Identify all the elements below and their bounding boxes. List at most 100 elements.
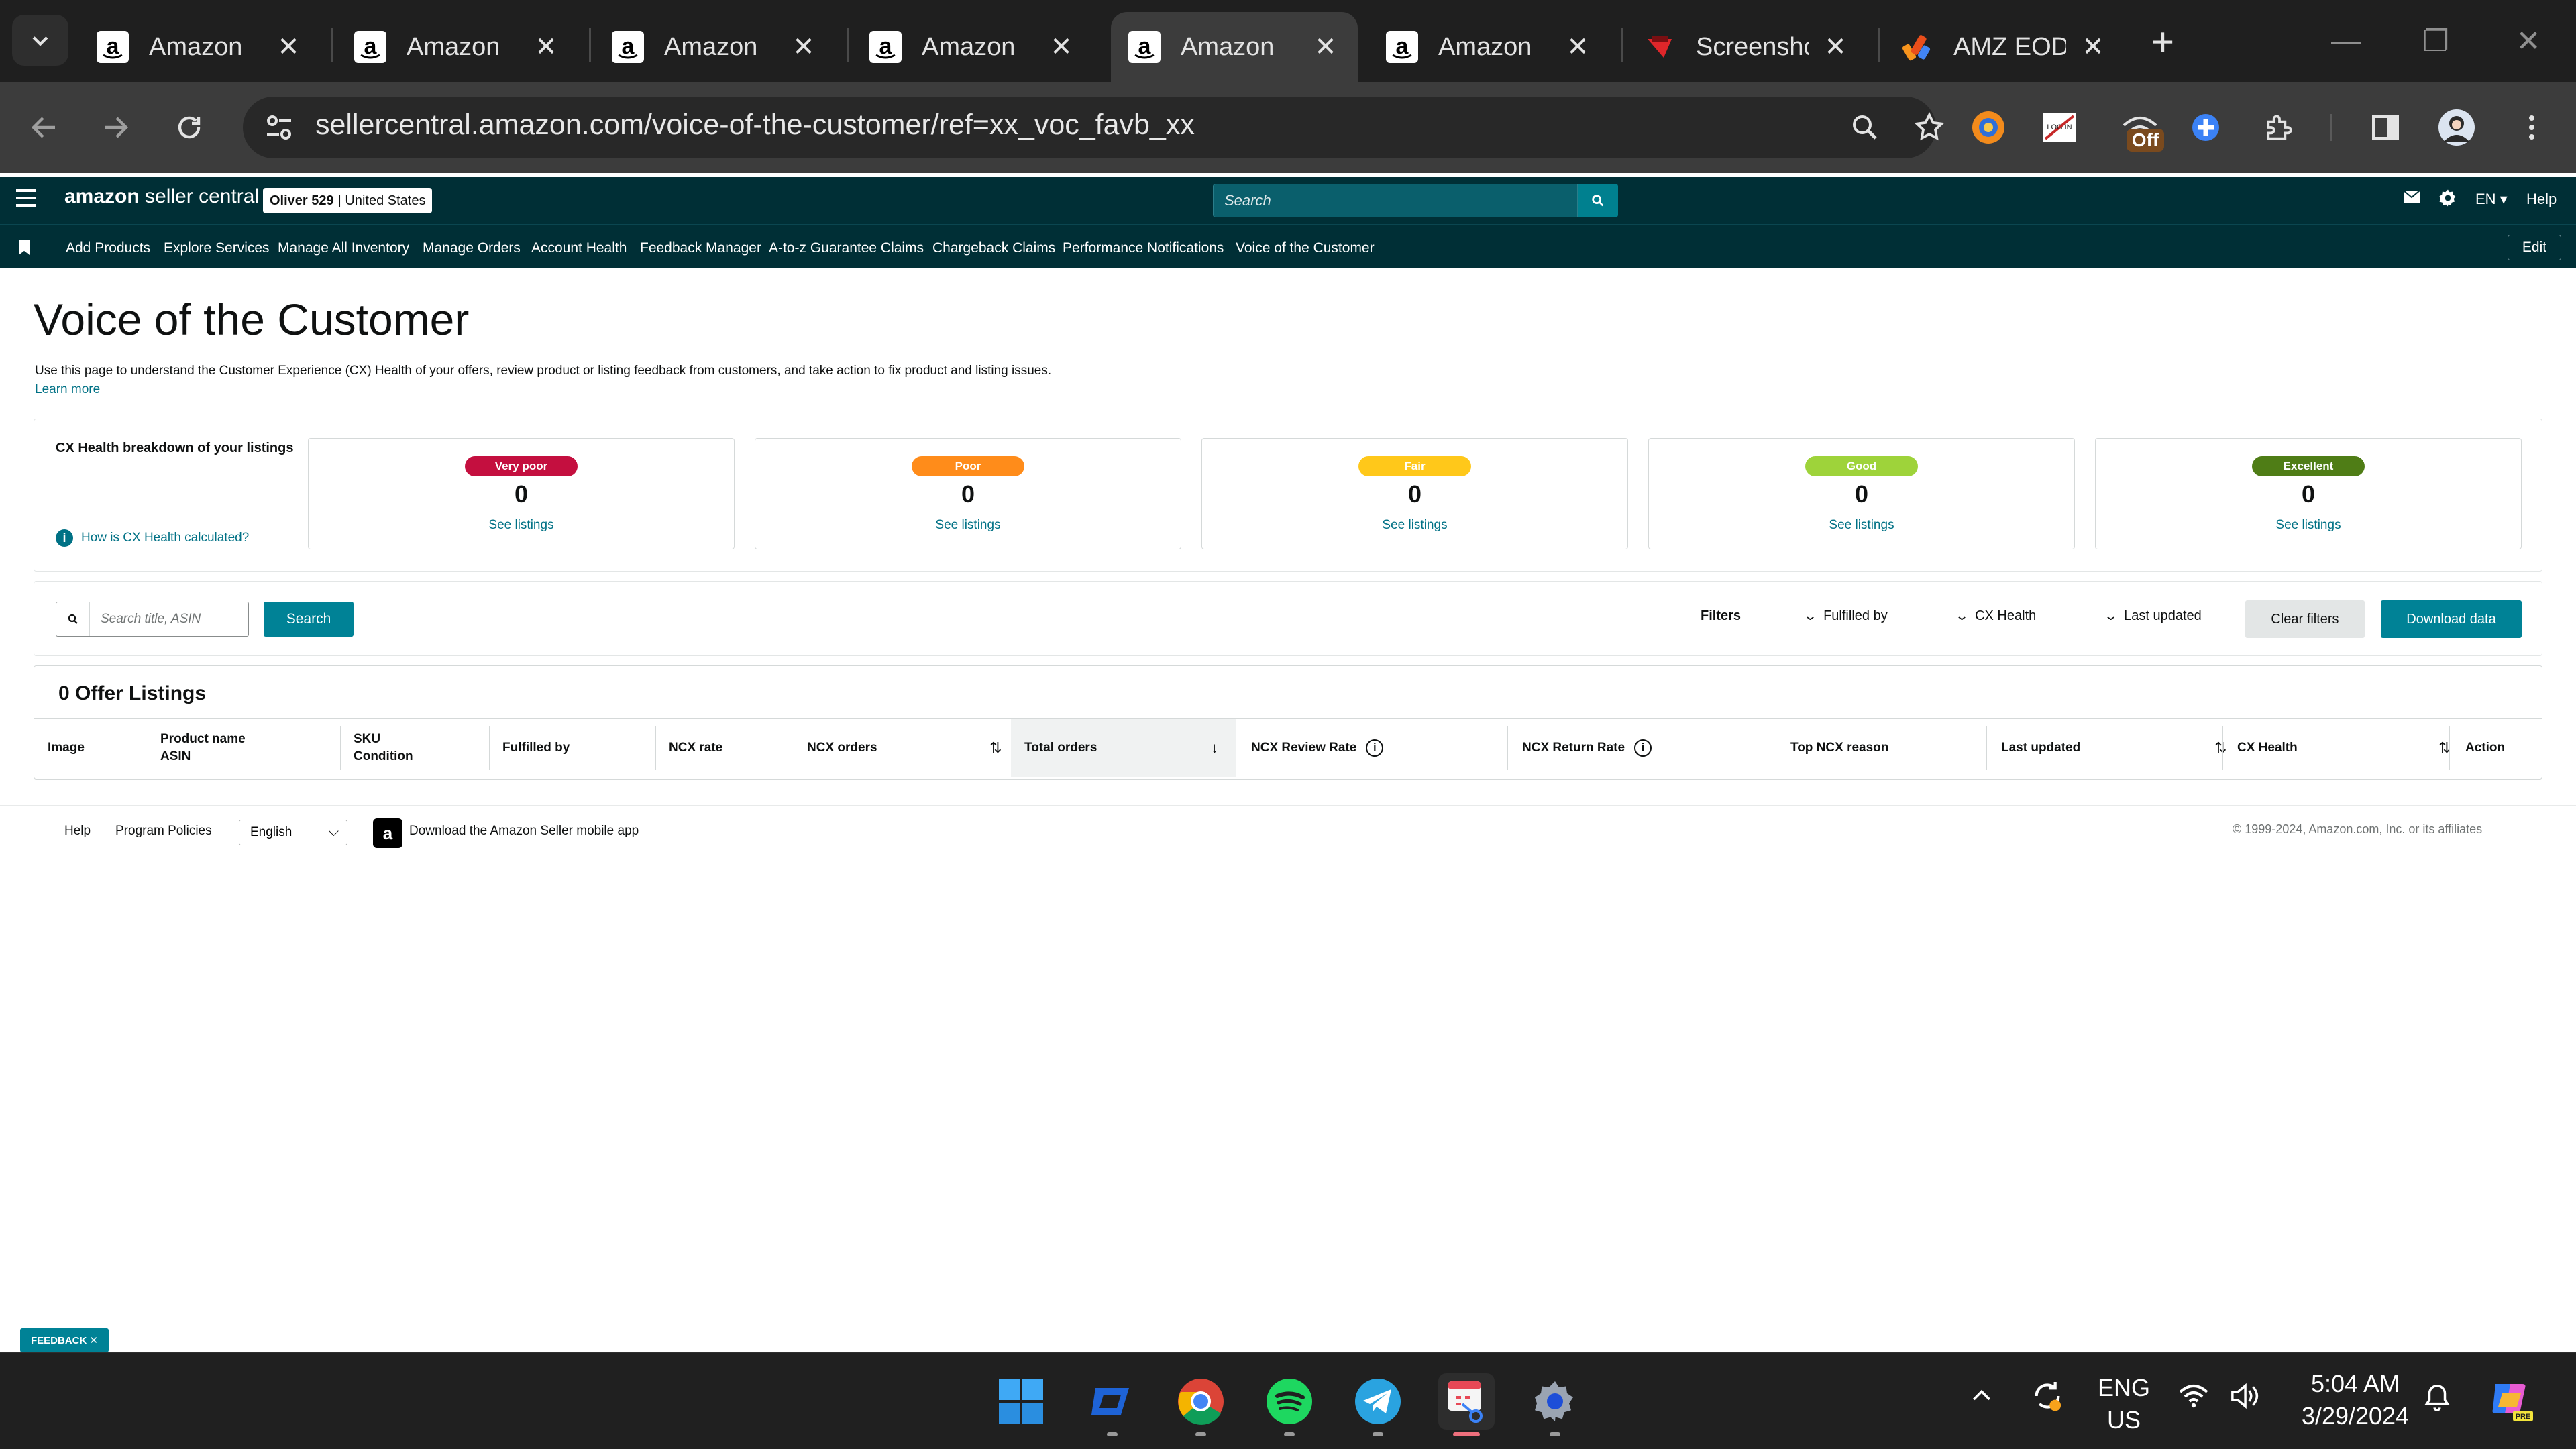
nav-chargeback-claims[interactable]: Chargeback Claims — [932, 240, 1055, 256]
nav-explore-services[interactable]: Explore Services — [164, 240, 270, 256]
browser-tab[interactable]: a Amazon ✕ — [852, 12, 1093, 82]
settings-gear-icon[interactable] — [2438, 188, 2458, 212]
cx-health-how-link[interactable]: i How is CX Health calculated? — [56, 529, 249, 547]
nav-manage-all-inventory[interactable]: Manage All Inventory — [278, 240, 409, 256]
extensions-puzzle-icon[interactable] — [2259, 107, 2300, 148]
filter-last-updated-dropdown[interactable]: ⌄ Last updated — [2104, 608, 2202, 624]
bookmark-icon[interactable] — [19, 240, 30, 255]
settings-app-icon[interactable] — [1527, 1373, 1583, 1430]
restore-icon[interactable]: ❐ — [2406, 17, 2466, 64]
edit-nav-button[interactable]: Edit — [2508, 235, 2561, 260]
tray-overflow-chevron-icon[interactable] — [1968, 1383, 1995, 1415]
browser-tab[interactable]: a Amazon ✕ — [594, 12, 836, 82]
sort-descending-icon[interactable]: ↓ — [1211, 739, 1218, 757]
sort-icon[interactable]: ⇅ — [989, 739, 1002, 757]
nav-a-to-z-claims[interactable]: A-to-z Guarantee Claims — [769, 240, 924, 256]
extension-blue-cross-icon[interactable] — [2186, 107, 2226, 148]
nav-add-products[interactable]: Add Products — [66, 240, 150, 256]
mail-icon[interactable] — [2403, 189, 2420, 208]
col-cx-health[interactable]: CX Health ⇅ — [2222, 719, 2451, 777]
back-icon[interactable] — [19, 102, 70, 153]
hamburger-menu-icon[interactable] — [16, 189, 36, 212]
help-link[interactable]: Help — [2526, 191, 2557, 208]
snipping-tool-icon[interactable] — [1438, 1373, 1495, 1430]
footer-mobile-app-link[interactable]: Download the Amazon Seller mobile app — [409, 824, 639, 839]
windows-start-icon[interactable] — [993, 1373, 1049, 1430]
language-indicator[interactable]: ENG US — [2096, 1372, 2152, 1436]
notifications-icon[interactable] — [2422, 1381, 2453, 1419]
spotify-icon[interactable] — [1261, 1373, 1318, 1430]
zoom-icon[interactable] — [1846, 109, 1884, 146]
bookmark-star-icon[interactable] — [1911, 109, 1948, 146]
see-listings-link[interactable]: See listings — [1202, 518, 1627, 533]
nav-account-health[interactable]: Account Health — [531, 240, 627, 256]
site-settings-icon[interactable] — [263, 111, 295, 144]
see-listings-link[interactable]: See listings — [755, 518, 1181, 533]
tab-close-icon[interactable]: ✕ — [789, 32, 818, 62]
browser-tab[interactable]: Screensho ✕ — [1626, 12, 1868, 82]
extension-orange-icon[interactable] — [1968, 107, 2008, 148]
clear-filters-button[interactable]: Clear filters — [2245, 600, 2365, 638]
window-close-icon[interactable]: ✕ — [2498, 17, 2559, 64]
sync-icon[interactable] — [2029, 1377, 2066, 1421]
col-action: Action — [2449, 719, 2536, 777]
copilot-icon[interactable]: PRE — [2486, 1373, 2537, 1430]
wifi-icon[interactable] — [2178, 1383, 2210, 1415]
address-bar[interactable]: sellercentral.amazon.com/voice-of-the-cu… — [243, 97, 1945, 158]
nav-voice-of-the-customer[interactable]: Voice of the Customer — [1236, 240, 1375, 256]
info-icon[interactable]: i — [1634, 739, 1652, 757]
tab-close-icon[interactable]: ✕ — [1311, 32, 1340, 62]
profile-avatar[interactable] — [2436, 107, 2477, 148]
see-listings-link[interactable]: See listings — [2096, 518, 2521, 533]
extension-login-icon[interactable]: LOG IN — [2039, 107, 2080, 148]
header-search-button[interactable] — [1578, 184, 1618, 217]
new-tab-icon[interactable]: + — [2141, 20, 2184, 64]
telegram-icon[interactable] — [1350, 1373, 1406, 1430]
browser-tab-active[interactable]: a Amazon ✕ — [1111, 12, 1358, 82]
minimize-icon[interactable]: — — [2316, 17, 2376, 64]
see-listings-link[interactable]: See listings — [309, 518, 734, 533]
language-selector[interactable]: EN ▾ — [2475, 191, 2508, 208]
nav-performance-notifications[interactable]: Performance Notifications — [1063, 240, 1224, 256]
tab-search-button[interactable] — [12, 15, 68, 66]
col-last-updated[interactable]: Last updated ⇅ — [1986, 719, 2235, 777]
seller-central-logo[interactable]: amazon seller central — [64, 185, 259, 208]
side-panel-icon[interactable] — [2365, 107, 2406, 148]
remote-app-icon[interactable] — [1084, 1373, 1140, 1430]
tab-close-icon[interactable]: ✕ — [274, 32, 303, 62]
col-ncx-orders[interactable]: NCX orders ⇅ — [794, 719, 1008, 777]
nav-feedback-manager[interactable]: Feedback Manager — [640, 240, 761, 256]
browser-menu-icon[interactable] — [2512, 107, 2552, 148]
browser-tab[interactable]: AMZ EOD ✕ — [1884, 12, 2125, 82]
reload-icon[interactable] — [164, 102, 215, 153]
browser-tab[interactable]: a Amazon ✕ — [337, 12, 578, 82]
see-listings-link[interactable]: See listings — [1649, 518, 2074, 533]
nav-manage-orders[interactable]: Manage Orders — [423, 240, 521, 256]
listing-search-input[interactable] — [91, 602, 246, 636]
col-total-orders[interactable]: Total orders ↓ — [1011, 719, 1236, 777]
tab-close-icon[interactable]: ✕ — [1563, 32, 1593, 62]
footer-program-policies-link[interactable]: Program Policies — [115, 824, 212, 839]
tab-close-icon[interactable]: ✕ — [2078, 32, 2108, 62]
filter-fulfilled-by-dropdown[interactable]: ⌄ Fulfilled by — [1803, 608, 1888, 624]
download-data-button[interactable]: Download data — [2381, 600, 2522, 638]
footer-help-link[interactable]: Help — [64, 824, 91, 839]
info-icon[interactable]: i — [1366, 739, 1384, 757]
learn-more-link[interactable]: Learn more — [35, 382, 100, 397]
clock[interactable]: 5:04 AM 3/29/2024 — [2293, 1368, 2418, 1432]
tab-close-icon[interactable]: ✕ — [531, 32, 561, 62]
footer-language-select[interactable]: English ⌵ — [239, 820, 347, 845]
tab-close-icon[interactable]: ✕ — [1821, 32, 1850, 62]
chrome-icon[interactable] — [1173, 1373, 1229, 1430]
forward-icon[interactable] — [90, 102, 141, 153]
tab-close-icon[interactable]: ✕ — [1046, 32, 1076, 62]
store-selector[interactable]: Oliver 529 | United States — [263, 188, 433, 213]
header-search — [1213, 184, 1618, 217]
browser-tab[interactable]: a Amazon ✕ — [79, 12, 321, 82]
browser-tab[interactable]: a Amazon ✕ — [1368, 12, 1610, 82]
listing-search-button[interactable]: Search — [264, 602, 354, 637]
feedback-button[interactable]: FEEDBACK ✕ — [20, 1328, 109, 1352]
filter-cx-health-dropdown[interactable]: ⌄ CX Health — [1955, 608, 2036, 624]
volume-icon[interactable] — [2230, 1383, 2263, 1415]
header-search-input[interactable] — [1213, 184, 1578, 217]
